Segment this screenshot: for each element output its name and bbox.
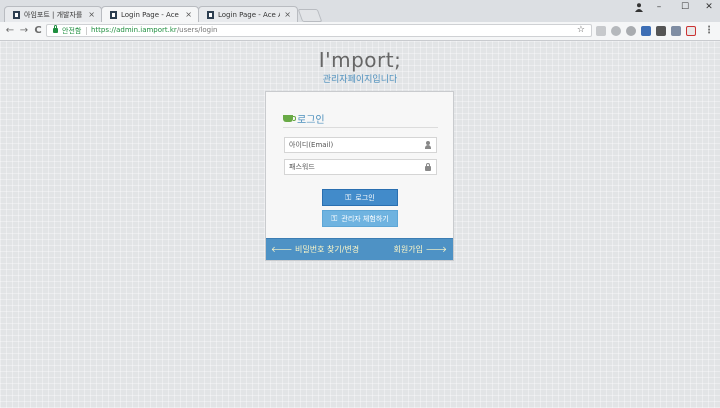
experience-admin-button[interactable]: ⚿ 관리자 체험하기 <box>322 210 398 227</box>
login-title: 로그인 <box>297 114 325 126</box>
forward-arrow-icon[interactable]: → <box>18 25 30 37</box>
download-extension-icon[interactable] <box>596 26 606 36</box>
new-tab-button[interactable] <box>297 9 323 22</box>
bookmark-star-icon[interactable]: ☆ <box>577 25 585 35</box>
lock-icon <box>424 163 432 171</box>
forgot-password-link[interactable]: 🡐 비밀번호 찾기/변경 <box>271 244 359 255</box>
login-button-label: 로그인 <box>355 193 375 202</box>
tab-title: Login Page - Ace Admin <box>121 10 181 19</box>
chrome-menu-icon[interactable]: ⋮ <box>703 25 715 37</box>
key-icon: ⚿ <box>331 213 338 223</box>
extension-icon[interactable] <box>626 26 636 36</box>
forgot-password-label: 비밀번호 찾기/변경 <box>295 245 360 254</box>
password-input[interactable] <box>285 160 423 174</box>
arrow-right-icon: 🡒 <box>423 245 447 254</box>
maximize-button[interactable]: ☐ <box>672 0 698 14</box>
experience-button-label: 관리자 체험하기 <box>341 214 389 223</box>
site-favicon-icon <box>110 10 117 19</box>
site-favicon-icon <box>207 10 214 19</box>
address-bar[interactable]: 안전함 https://admin.iamport.kr/users/login… <box>46 24 592 37</box>
login-footer: 🡐 비밀번호 찾기/변경 회원가입 🡒 <box>266 238 453 260</box>
url-text[interactable]: https://admin.iamport.kr/users/login <box>91 26 218 34</box>
brand-title: I'mport; <box>318 48 402 72</box>
page-content: I'mport; 관리자페이지입니다 로그인 ⚿ 로그인 ⚿ 관리자 체험하기 … <box>0 41 720 408</box>
email-field[interactable] <box>284 137 437 153</box>
minimize-button[interactable]: – <box>646 0 672 14</box>
extension-icon[interactable] <box>611 26 621 36</box>
url-host: https://admin.iamport.kr <box>91 26 177 34</box>
brand-subtitle: 관리자페이지입니다 <box>322 75 398 85</box>
tab-title: 아임포트 | 개발자를 위한 <box>24 10 84 19</box>
tab-close-icon[interactable]: × <box>88 10 95 19</box>
extension-icon[interactable] <box>656 26 666 36</box>
lock-icon <box>53 25 58 33</box>
tab-title: Login Page - Ace Admin <box>218 10 280 19</box>
tab-bar: 아임포트 | 개발자를 위한 × Login Page - Ace Admin … <box>0 0 720 22</box>
extension-icon[interactable] <box>671 26 681 36</box>
toolbar: ← → C 안전함 https://admin.iamport.kr/users… <box>0 22 720 41</box>
back-arrow-icon[interactable]: ← <box>4 25 16 37</box>
email-input[interactable] <box>285 138 423 152</box>
coffee-icon <box>283 114 296 122</box>
browser-tab-login-active[interactable]: Login Page - Ace Admin × <box>101 6 199 22</box>
security-label: 안전함 <box>62 27 82 35</box>
divider <box>86 27 87 35</box>
tab-close-icon[interactable]: × <box>284 10 291 19</box>
login-heading: 로그인 <box>283 109 438 128</box>
user-icon <box>424 141 432 149</box>
close-window-button[interactable]: ✕ <box>696 0 720 14</box>
arrow-left-icon: 🡐 <box>271 245 295 254</box>
password-field[interactable] <box>284 159 437 175</box>
site-favicon-icon <box>13 10 20 19</box>
tab-close-icon[interactable]: × <box>185 10 192 19</box>
extension-icon[interactable] <box>641 26 651 36</box>
login-box: 로그인 ⚿ 로그인 ⚿ 관리자 체험하기 🡐 비밀번호 찾기/변경 회원가입 🡒 <box>265 91 454 261</box>
signup-label: 회원가입 <box>393 245 423 254</box>
reload-icon[interactable]: C <box>32 25 44 37</box>
login-button[interactable]: ⚿ 로그인 <box>322 189 398 206</box>
signup-link[interactable]: 회원가입 🡒 <box>394 244 447 255</box>
browser-tab-iamport[interactable]: 아임포트 | 개발자를 위한 × <box>4 6 102 22</box>
browser-tab-login[interactable]: Login Page - Ace Admin × <box>198 6 298 22</box>
key-icon: ⚿ <box>345 192 352 202</box>
url-path: /users/login <box>176 26 218 34</box>
extension-icon[interactable] <box>686 26 696 36</box>
